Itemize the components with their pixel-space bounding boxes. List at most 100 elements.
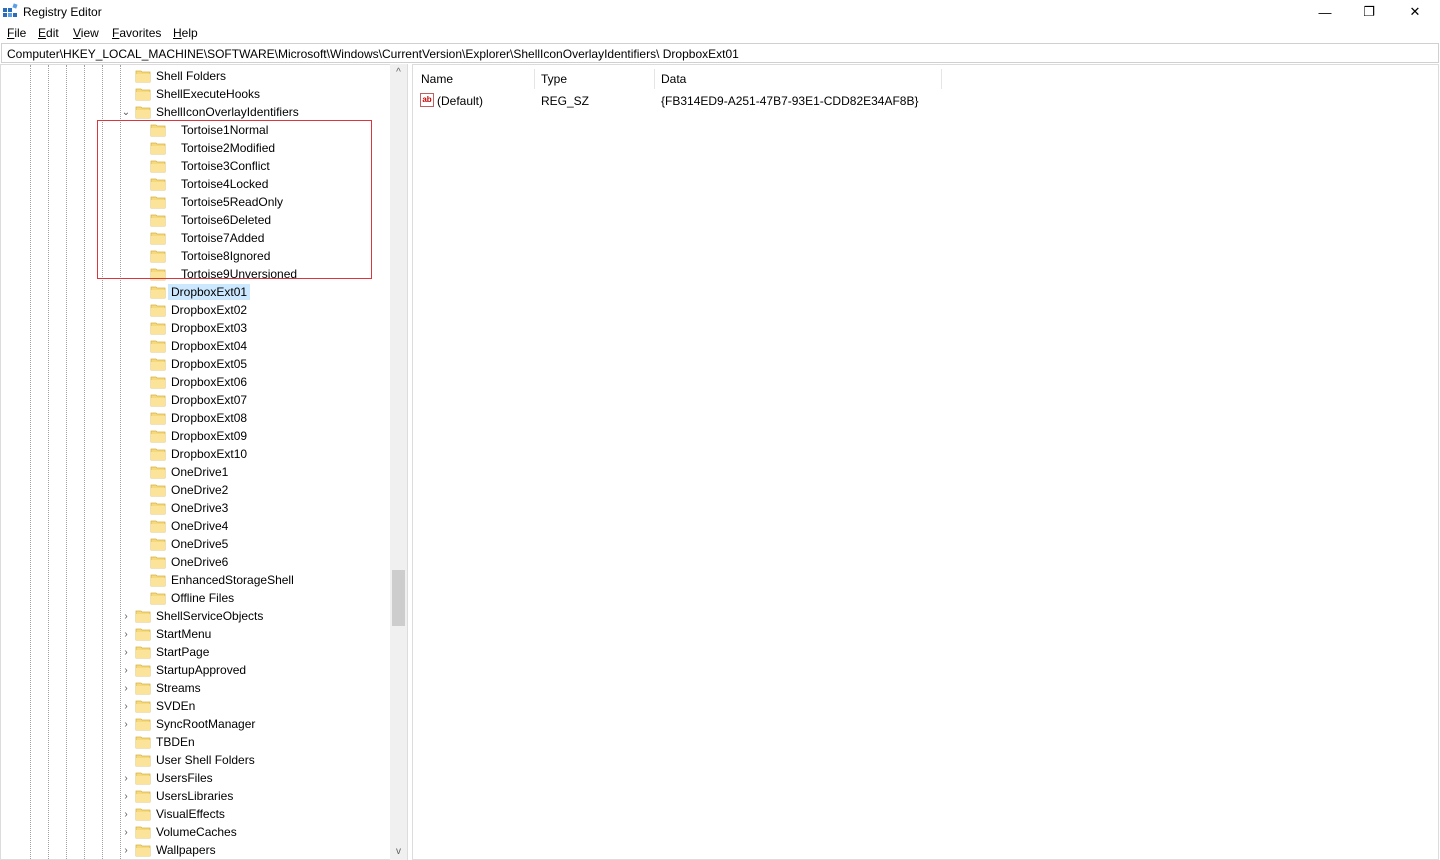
tree-item-label: VisualEffects <box>156 807 225 821</box>
tree-item[interactable]: › ShellServiceObjects <box>124 607 266 625</box>
tree-item-label: SyncRootManager <box>156 717 256 731</box>
chevron-right-icon[interactable]: › <box>121 647 131 658</box>
folder-icon <box>150 519 166 533</box>
folder-icon <box>135 609 151 623</box>
registry-editor-icon <box>2 3 18 19</box>
tree-item[interactable]: ⌄ ShellIconOverlayIdentifiers <box>122 103 302 121</box>
folder-icon <box>150 411 166 425</box>
chevron-right-icon[interactable]: › <box>121 773 131 784</box>
address-bar[interactable]: Computer\HKEY_LOCAL_MACHINE\SOFTWARE\Mic… <box>1 43 1439 63</box>
tree-item[interactable]: › UsersLibraries <box>124 787 236 805</box>
tree-item[interactable]: DropboxExt06 <box>150 373 250 391</box>
menu-edit[interactable]: Edit <box>38 26 59 40</box>
tree-item[interactable]: DropboxExt10 <box>150 445 250 463</box>
tree-item[interactable]: OneDrive6 <box>150 553 231 571</box>
chevron-right-icon[interactable]: › <box>121 629 131 640</box>
tree-item[interactable]: DropboxExt01 <box>150 283 251 301</box>
folder-icon <box>150 339 166 353</box>
folder-icon <box>135 789 151 803</box>
scroll-up-icon[interactable]: ^ <box>390 64 407 81</box>
menu-favorites[interactable]: Favorites <box>112 26 161 40</box>
folder-icon <box>150 483 166 497</box>
menu-file[interactable]: File <box>7 26 26 40</box>
menu-view[interactable]: View <box>73 26 99 40</box>
tree-item-label: OneDrive6 <box>171 555 229 569</box>
value-name[interactable]: (Default) <box>437 94 483 108</box>
menu-bar: File Edit View Favorites Help <box>0 24 1440 42</box>
tree-item[interactable]: › SVDEn <box>124 697 198 715</box>
tree-item-label: Shell Folders <box>156 69 227 83</box>
menu-help[interactable]: Help <box>173 26 198 40</box>
tree-item[interactable]: DropboxExt08 <box>150 409 250 427</box>
tree-item-label: OneDrive2 <box>171 483 229 497</box>
tree-item[interactable]: › UsersFiles <box>124 769 216 787</box>
tree-item[interactable]: DropboxExt03 <box>150 319 250 337</box>
tree-item-label: UsersFiles <box>156 771 213 785</box>
tree-item[interactable]: User Shell Folders <box>135 751 258 769</box>
chevron-right-icon[interactable]: › <box>121 701 131 712</box>
minimize-button[interactable]: — <box>1302 0 1348 24</box>
tree-item[interactable]: ShellExecuteHooks <box>135 85 263 103</box>
folder-icon <box>150 357 166 371</box>
tree-item[interactable]: DropboxExt05 <box>150 355 250 373</box>
tree-item[interactable]: DropboxExt09 <box>150 427 250 445</box>
tree-item[interactable]: › StartupApproved <box>124 661 249 679</box>
chevron-right-icon[interactable]: › <box>121 665 131 676</box>
close-button[interactable]: ✕ <box>1392 0 1438 24</box>
tree-item-label: OneDrive5 <box>171 537 229 551</box>
tree-item[interactable]: › Wallpapers <box>124 841 219 859</box>
scroll-down-icon[interactable]: v <box>390 843 407 860</box>
chevron-right-icon[interactable]: › <box>121 719 131 730</box>
chevron-right-icon[interactable]: › <box>121 845 131 856</box>
title-bar: Registry Editor — ❐ ✕ <box>0 0 1440 24</box>
tree-item-label: DropboxExt09 <box>171 429 248 443</box>
chevron-down-icon[interactable]: ⌄ <box>121 107 131 118</box>
tree-item[interactable]: OneDrive5 <box>150 535 231 553</box>
folder-icon <box>135 87 151 101</box>
tree-item[interactable]: DropboxExt02 <box>150 301 250 319</box>
tree-item-label: DropboxExt05 <box>171 357 248 371</box>
tree-item[interactable]: › StartMenu <box>124 625 214 643</box>
chevron-right-icon[interactable]: › <box>121 827 131 838</box>
folder-icon <box>150 573 166 587</box>
column-header-name[interactable]: Name <box>415 69 535 89</box>
tree-item[interactable]: › SyncRootManager <box>124 715 258 733</box>
folder-icon <box>150 537 166 551</box>
restore-button[interactable]: ❐ <box>1346 0 1392 24</box>
scroll-thumb[interactable] <box>392 570 405 626</box>
folder-icon <box>135 771 151 785</box>
tree-item[interactable]: OneDrive3 <box>150 499 231 517</box>
tree-item[interactable]: › VolumeCaches <box>124 823 240 841</box>
tree-item-label: StartMenu <box>156 627 212 641</box>
folder-icon <box>150 285 166 299</box>
column-header-type[interactable]: Type <box>535 69 655 89</box>
tree-item[interactable]: Shell Folders <box>135 67 229 85</box>
tree-item[interactable]: OneDrive2 <box>150 481 231 499</box>
chevron-right-icon[interactable]: › <box>121 791 131 802</box>
tree-item[interactable]: OneDrive1 <box>150 463 231 481</box>
tree-item[interactable]: DropboxExt07 <box>150 391 250 409</box>
tree-item-label: DropboxExt06 <box>171 375 248 389</box>
chevron-right-icon[interactable]: › <box>121 611 131 622</box>
tree-item-label: DropboxExt02 <box>171 303 248 317</box>
tree-item-label: User Shell Folders <box>156 753 255 767</box>
folder-icon <box>150 501 166 515</box>
folder-icon <box>135 69 151 83</box>
tree-item[interactable]: OneDrive4 <box>150 517 231 535</box>
tree-item[interactable]: Offline Files <box>150 589 237 607</box>
tree-item-label: Offline Files <box>171 591 235 605</box>
tree-item[interactable]: TBDEn <box>135 733 198 751</box>
tree-item[interactable]: EnhancedStorageShell <box>150 571 297 589</box>
tree-item[interactable]: › StartPage <box>124 643 212 661</box>
folder-icon <box>135 843 151 857</box>
column-header-data[interactable]: Data <box>655 69 942 89</box>
folder-icon <box>135 717 151 731</box>
tree-item-label: DropboxExt07 <box>171 393 248 407</box>
tree-scrollbar[interactable]: ^ v <box>390 64 407 860</box>
chevron-right-icon[interactable]: › <box>121 683 131 694</box>
tree-item[interactable]: › Streams <box>124 679 204 697</box>
values-list-pane[interactable]: Name Type Data ab (Default) REG_SZ {FB31… <box>412 64 1439 860</box>
tree-item[interactable]: › VisualEffects <box>124 805 228 823</box>
tree-item[interactable]: DropboxExt04 <box>150 337 250 355</box>
chevron-right-icon[interactable]: › <box>121 809 131 820</box>
